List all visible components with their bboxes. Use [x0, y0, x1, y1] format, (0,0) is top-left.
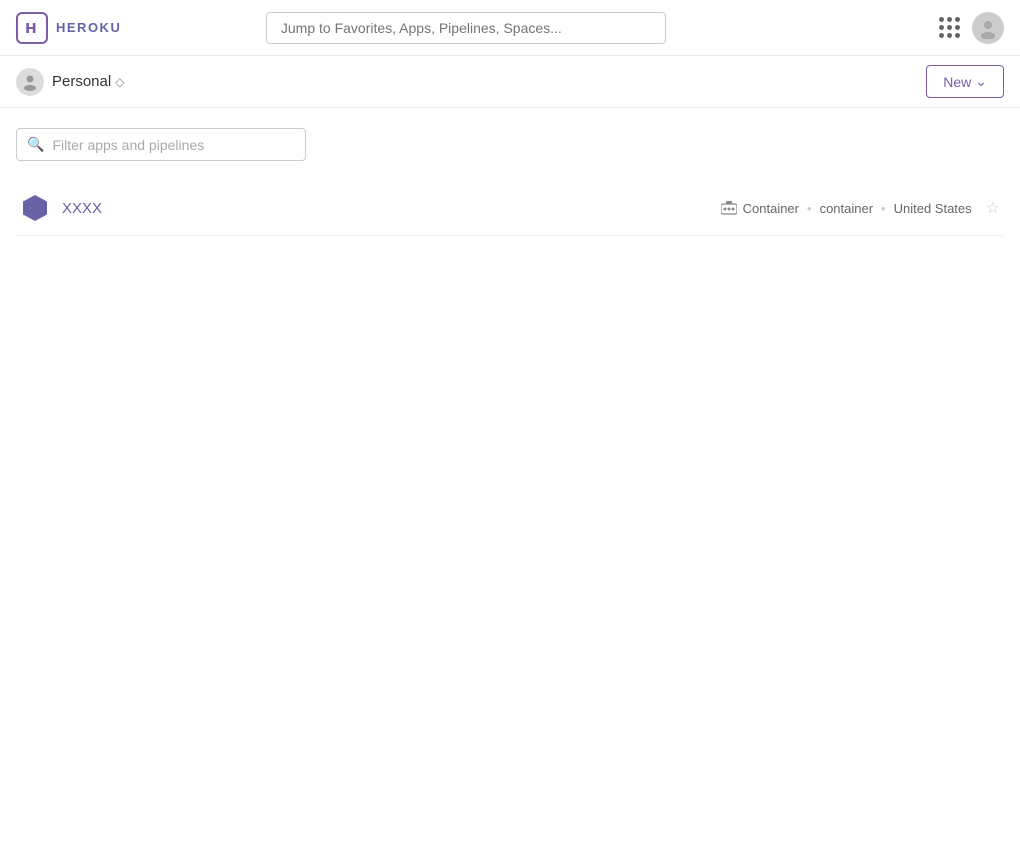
global-search-bar[interactable] — [266, 12, 666, 44]
filter-section: 🔍 — [16, 128, 1004, 161]
personal-label[interactable]: Personal ◇ — [52, 73, 124, 90]
region: United States — [894, 201, 972, 216]
sub-nav: Personal ◇ New ⌄ — [0, 56, 1020, 108]
personal-chevron-icon: ◇ — [115, 75, 124, 89]
grid-dot — [955, 33, 960, 38]
favorite-star-icon[interactable]: ☆ — [986, 198, 1000, 218]
logo-area: 𝗛 HEROKU — [16, 12, 121, 44]
app-name: XXXX — [62, 200, 102, 217]
stack-type: Container — [743, 201, 799, 216]
new-button[interactable]: New ⌄ — [926, 65, 1004, 98]
user-avatar[interactable] — [972, 12, 1004, 44]
grid-dot — [955, 25, 960, 30]
filter-apps-input[interactable] — [52, 137, 295, 153]
app-hex-icon — [20, 193, 50, 223]
table-row[interactable]: XXXX Container • container • United Stat… — [16, 181, 1004, 236]
apps-grid-icon[interactable] — [939, 17, 960, 38]
global-search-input[interactable] — [266, 12, 666, 44]
grid-dot — [939, 33, 944, 38]
filter-input-wrapper[interactable]: 🔍 — [16, 128, 306, 161]
top-nav: 𝗛 HEROKU — [0, 0, 1020, 56]
svg-text:𝗛: 𝗛 — [25, 22, 37, 37]
filter-search-icon: 🔍 — [27, 136, 44, 153]
app-left: XXXX — [20, 193, 102, 223]
app-list: XXXX Container • container • United Stat… — [16, 181, 1004, 236]
content-area: 🔍 XXXX — [0, 108, 1020, 256]
grid-dot — [939, 17, 944, 22]
personal-label-text: Personal — [52, 73, 111, 90]
separator-2: • — [881, 201, 886, 216]
nav-right — [939, 12, 1004, 44]
app-right: Container • container • United States ☆ — [721, 198, 1000, 218]
grid-dot — [947, 17, 952, 22]
stack-name: container — [820, 201, 873, 216]
grid-dot — [947, 25, 952, 30]
new-button-label: New — [943, 74, 971, 90]
personal-user-icon — [16, 68, 44, 96]
personal-section[interactable]: Personal ◇ — [16, 68, 124, 96]
grid-dot — [947, 33, 952, 38]
heroku-logo-icon: 𝗛 — [16, 12, 48, 44]
grid-dot — [955, 17, 960, 22]
heroku-logo-text: HEROKU — [56, 20, 121, 35]
separator-1: • — [807, 201, 812, 216]
new-button-chevron-icon: ⌄ — [975, 73, 987, 90]
container-type-icon — [721, 201, 737, 215]
grid-dot — [939, 25, 944, 30]
